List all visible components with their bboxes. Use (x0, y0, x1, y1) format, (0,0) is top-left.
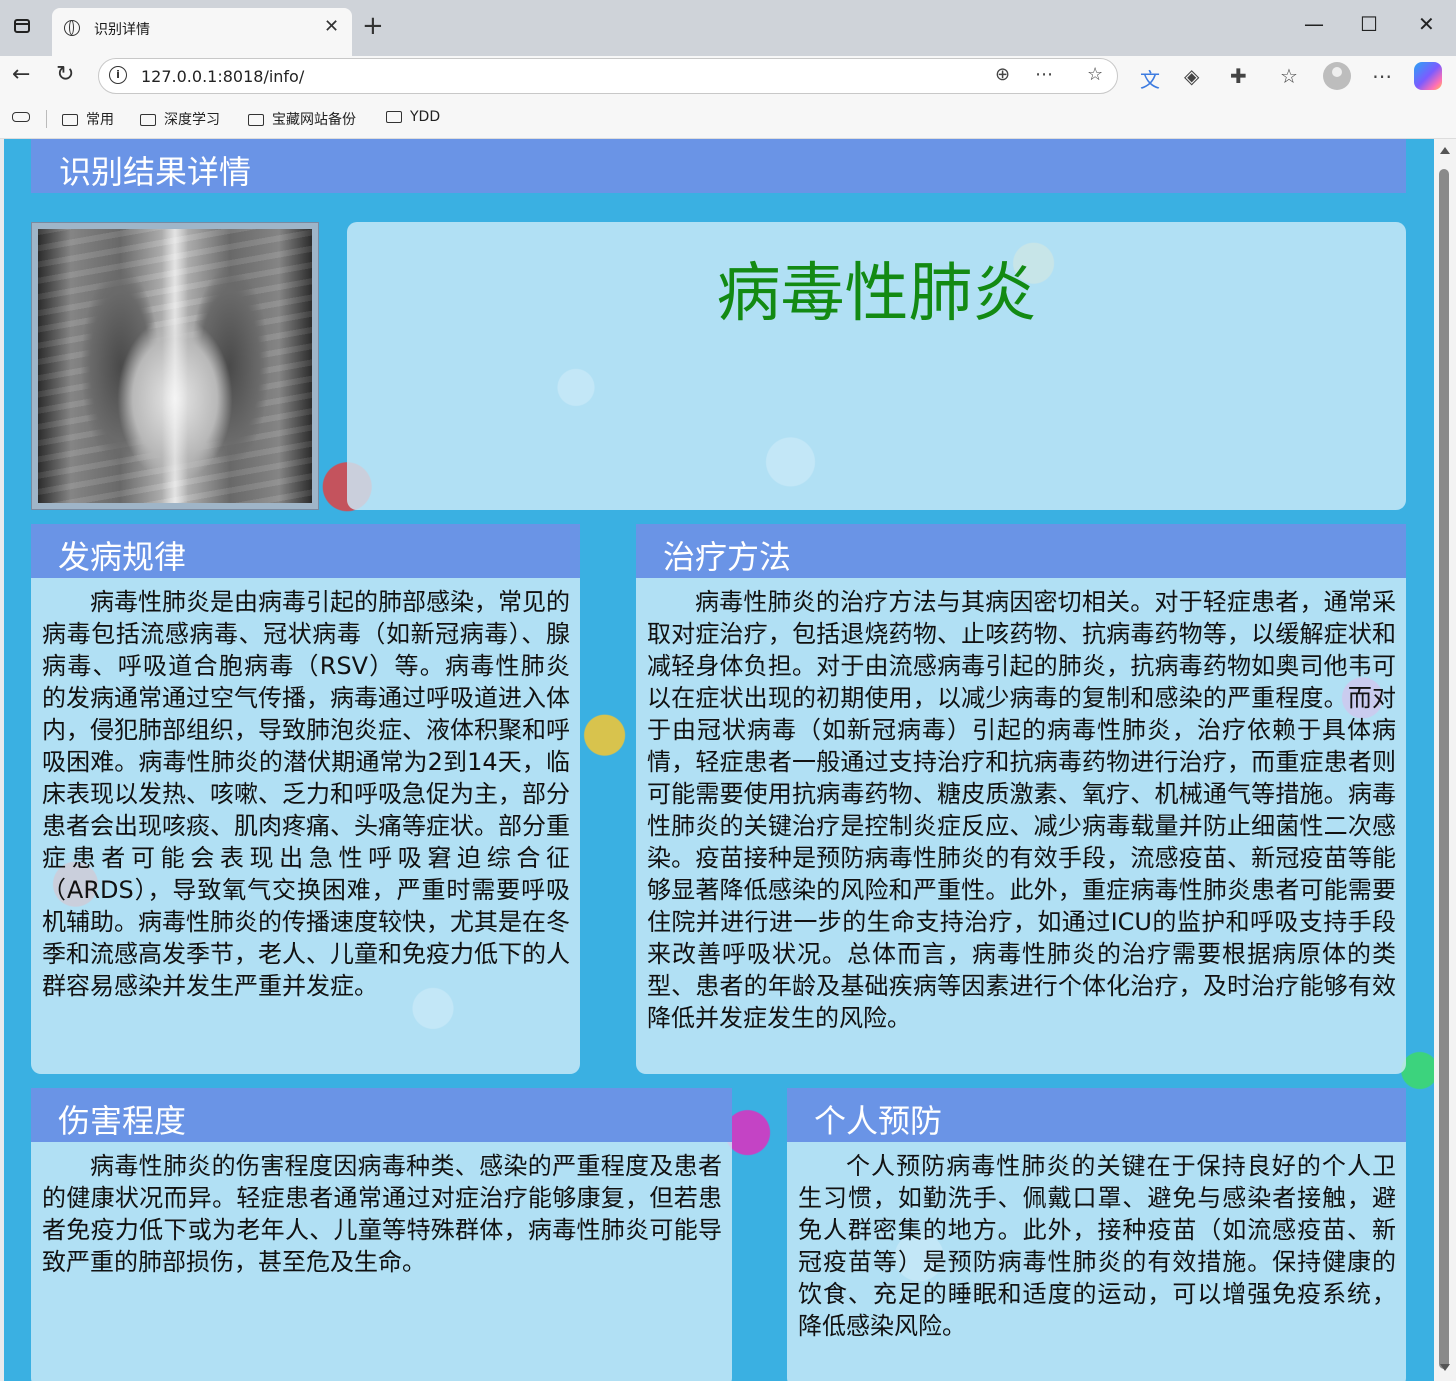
folder-icon (386, 111, 402, 123)
bookmark-folder-2[interactable]: 深度学习 (140, 109, 220, 129)
vertical-scrollbar[interactable] (1434, 139, 1456, 1381)
extension-shield-icon[interactable]: ◈ (1184, 64, 1199, 88)
reload-icon[interactable]: ↻ (56, 62, 74, 87)
bookmark-folder-3[interactable]: 宝藏网站备份 (248, 109, 356, 129)
card-header: 伤害程度 (31, 1088, 732, 1142)
close-window-button[interactable]: ✕ (1418, 12, 1435, 36)
card-title: 发病规律 (58, 538, 187, 576)
address-bar[interactable]: i 127.0.0.1:8018/info/ ⊕ ⋯ ☆ (98, 58, 1118, 94)
card-title: 伤害程度 (58, 1102, 187, 1140)
back-arrow-icon[interactable]: ← (12, 62, 30, 87)
card-title: 治疗方法 (663, 538, 792, 576)
card-text: 个人预防病毒性肺炎的关键在于保持良好的个人卫生习惯，如勤洗手、佩戴口罩、避免与感… (798, 1152, 1396, 1340)
diagnosis-result: 病毒性肺炎 (716, 257, 1037, 331)
card-title: 个人预防 (814, 1102, 943, 1140)
card-prevention: 个人预防 个人预防病毒性肺炎的关键在于保持良好的个人卫生习惯，如勤洗手、佩戴口罩… (787, 1088, 1406, 1381)
translate-icon[interactable]: 文 (1140, 64, 1160, 93)
bookmarks-bar: 常用 深度学习 宝藏网站备份 YDD (0, 100, 1456, 139)
globe-icon (64, 20, 80, 36)
divider (46, 110, 47, 128)
card-harm: 伤害程度 病毒性肺炎的伤害程度因病毒种类、感染的严重程度及患者的健康状况而异。轻… (31, 1088, 732, 1381)
page-title: 识别结果详情 (59, 153, 252, 191)
url-text[interactable]: 127.0.0.1:8018/info/ (141, 67, 304, 86)
menu-dots-icon[interactable]: ⋯ (1372, 64, 1392, 88)
result-panel: 病毒性肺炎 (347, 222, 1406, 510)
card-treatment: 治疗方法 病毒性肺炎的治疗方法与其病因密切相关。对于轻症患者，通常采取对症治疗，… (636, 524, 1406, 1074)
profile-avatar[interactable] (1323, 62, 1351, 90)
favorites-list-icon[interactable]: ☆ (1280, 64, 1298, 88)
card-text: 病毒性肺炎是由病毒引起的肺部感染，常见的病毒包括流感病毒、冠状病毒（如新冠病毒）… (42, 588, 570, 1000)
bookmark-folder-1[interactable]: 常用 (62, 109, 114, 129)
scrollbar-thumb[interactable] (1439, 169, 1449, 1369)
more-tools-icon[interactable]: ⋯ (1035, 64, 1053, 85)
zoom-icon[interactable]: ⊕ (995, 64, 1010, 85)
extensions-puzzle-icon[interactable]: ✚ (1230, 64, 1247, 88)
card-text: 病毒性肺炎的治疗方法与其病因密切相关。对于轻症患者，通常采取对症治疗，包括退烧药… (647, 588, 1396, 1032)
card-text: 病毒性肺炎的伤害程度因病毒种类、感染的严重程度及患者的健康状况而异。轻症患者通常… (42, 1152, 722, 1276)
browser-toolbar: ← ↻ i 127.0.0.1:8018/info/ ⊕ ⋯ ☆ 文 ◈ ✚ ☆… (0, 56, 1456, 100)
bookmark-folder-4[interactable]: YDD (386, 109, 440, 125)
page-viewport: 识别结果详情 病毒性肺炎 发病规律 病毒性肺炎是由病毒引起的肺部感染，常见的病毒… (4, 139, 1434, 1381)
scroll-up-icon[interactable] (1440, 147, 1450, 154)
minimize-button[interactable]: — (1304, 12, 1324, 36)
folder-icon (248, 114, 264, 126)
page-header: 识别结果详情 (31, 139, 1406, 193)
tab-close-icon[interactable]: ✕ (324, 16, 339, 37)
browser-titlebar: 识别详情 ✕ + — ☐ ✕ (0, 0, 1456, 56)
chest-xray-image (38, 229, 312, 503)
tab-actions-icon[interactable] (14, 19, 30, 33)
new-tab-button[interactable]: + (362, 10, 384, 42)
scroll-down-icon[interactable] (1440, 1364, 1450, 1371)
tab-title: 识别详情 (94, 22, 150, 38)
favorite-star-icon[interactable]: ☆ (1087, 64, 1103, 85)
copilot-icon[interactable] (1414, 62, 1442, 90)
folder-icon (140, 114, 156, 126)
tab-group-icon[interactable] (12, 112, 30, 122)
site-info-icon[interactable]: i (109, 66, 127, 84)
card-pathogenesis: 发病规律 病毒性肺炎是由病毒引起的肺部感染，常见的病毒包括流感病毒、冠状病毒（如… (31, 524, 580, 1074)
folder-icon (62, 114, 78, 126)
maximize-button[interactable]: ☐ (1360, 12, 1378, 36)
card-header: 发病规律 (31, 524, 580, 578)
card-header: 治疗方法 (636, 524, 1406, 578)
card-header: 个人预防 (787, 1088, 1406, 1142)
tab-active[interactable]: 识别详情 ✕ (52, 8, 352, 56)
xray-image-frame (31, 222, 319, 510)
